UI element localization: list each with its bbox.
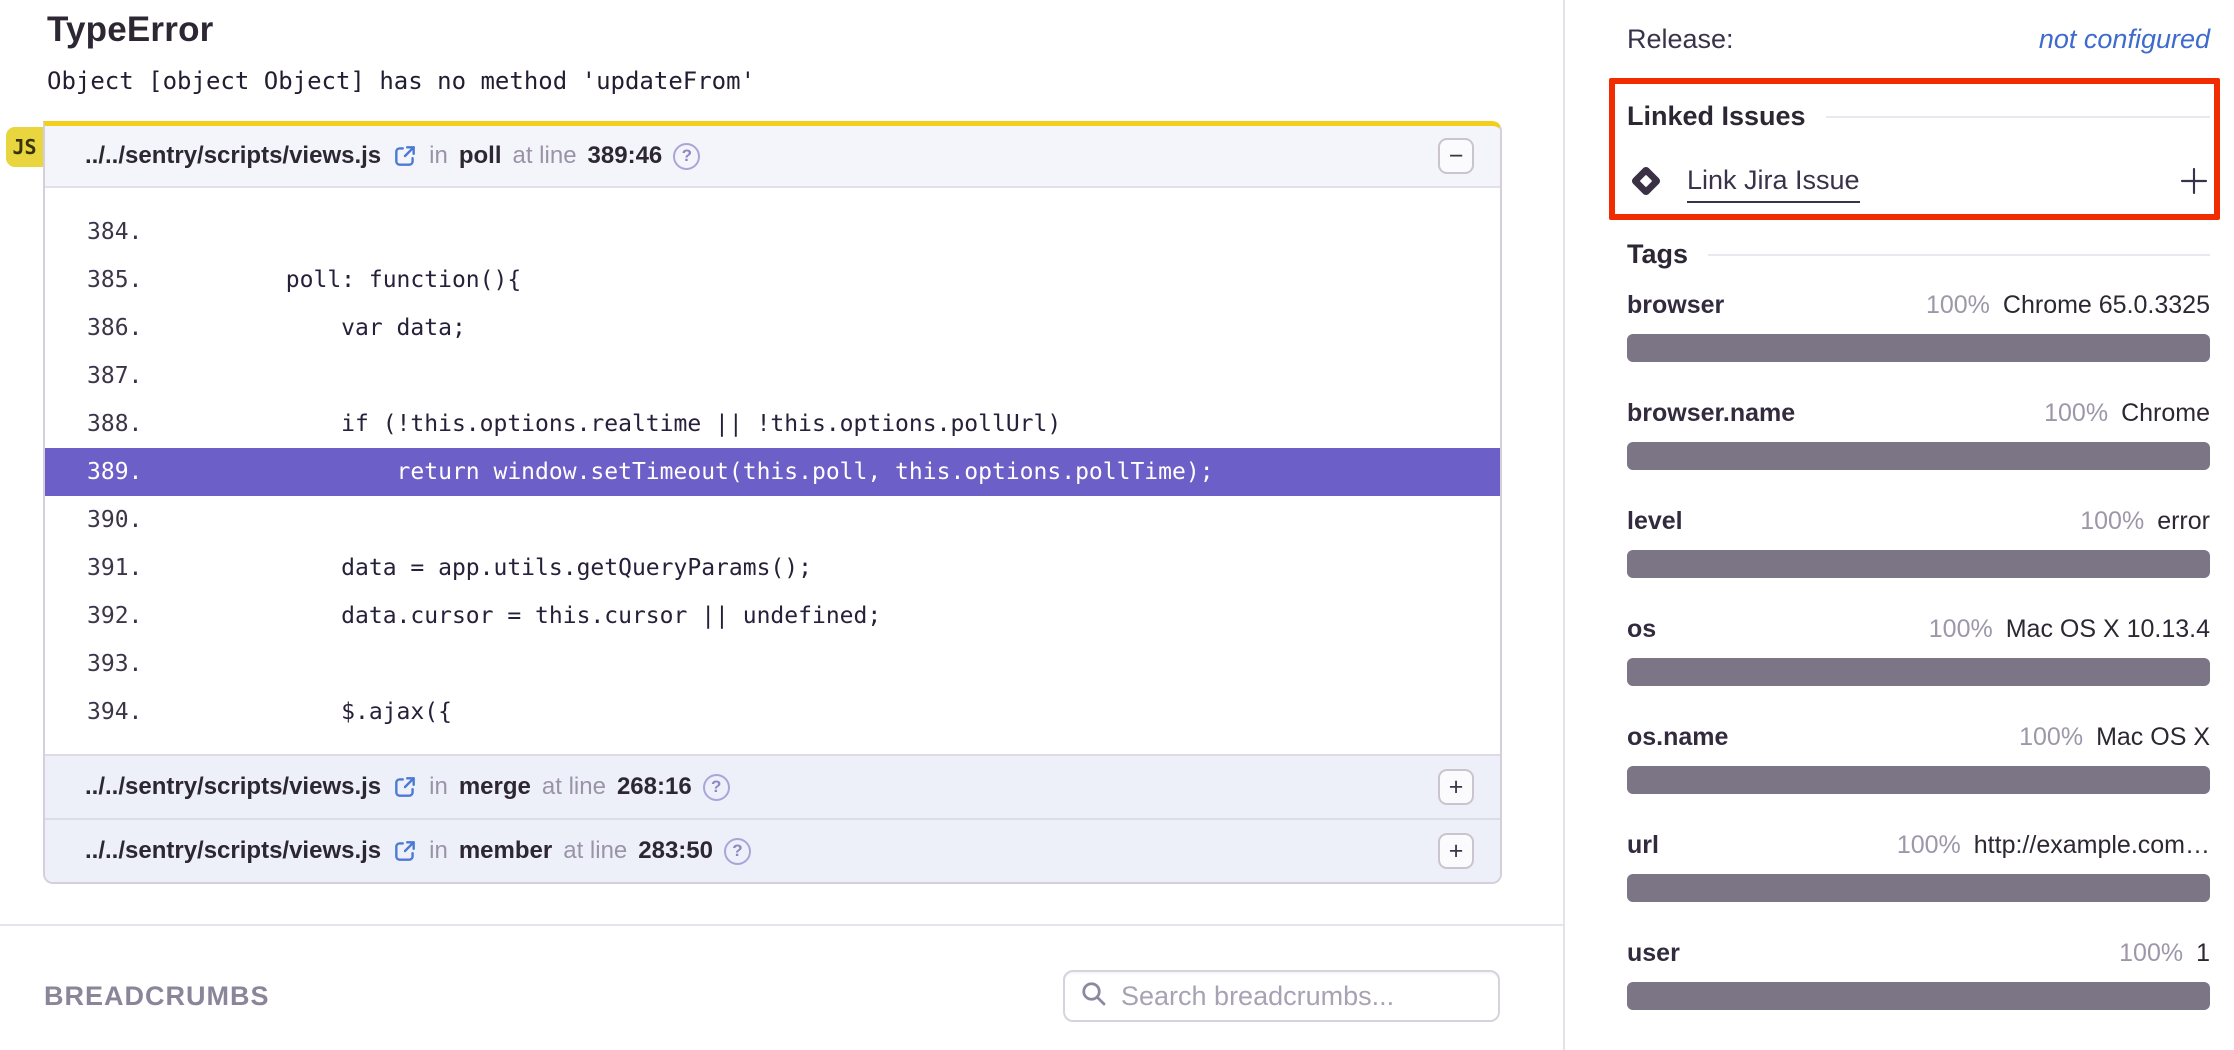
tag-value: http://example.com… (1974, 830, 2210, 860)
tag-key: url (1627, 830, 1659, 860)
code-line: 393. (45, 640, 1500, 688)
linked-issues-row: Link Jira Issue (1627, 162, 2210, 205)
release-label: Release: (1627, 24, 1734, 55)
event-sidebar: Release: not configured Linked Issues Li… (1567, 0, 2234, 1050)
tag-value: Chrome (2121, 398, 2210, 428)
tag-row-level: level 100% error (1627, 506, 2210, 578)
error-header: TypeError Object [object Object] has no … (0, 0, 1563, 95)
tag-percent: 100% (2080, 506, 2144, 536)
search-input[interactable] (1121, 981, 1484, 1012)
error-message: Object [object Object] has no method 'up… (47, 67, 1563, 95)
tag-key: browser.name (1627, 398, 1795, 428)
tag-distribution-bar (1627, 334, 2210, 362)
search-icon (1079, 979, 1109, 1014)
tag-percent: 100% (1929, 614, 1993, 644)
code-line: 388. if (!this.options.realtime || !this… (45, 400, 1500, 448)
tag-distribution-bar (1627, 982, 2210, 1010)
in-label: in (429, 142, 448, 170)
help-icon[interactable]: ? (673, 143, 700, 170)
tags-heading: Tags (1627, 239, 2210, 270)
tag-key: level (1627, 506, 1683, 536)
code-line: 385. poll: function(){ (45, 256, 1500, 304)
collapse-frame-button[interactable]: − (1438, 138, 1474, 174)
tag-value: Mac OS X 10.13.4 (2006, 614, 2210, 644)
tag-row-user: user 100% 1 (1627, 938, 2210, 1010)
breadcrumbs-heading: BREADCRUMBS (44, 981, 270, 1012)
at-line-label: at line (542, 773, 606, 801)
at-line-label: at line (563, 837, 627, 865)
help-icon[interactable]: ? (703, 774, 730, 801)
jira-icon (1627, 162, 1665, 205)
tag-value: Chrome 65.0.3325 (2003, 290, 2210, 320)
tag-distribution-bar (1627, 550, 2210, 578)
stack-frame-header[interactable]: ../../sentry/scripts/views.js in poll at… (45, 126, 1500, 188)
stack-frame-collapsed-member[interactable]: ../../sentry/scripts/views.js in member … (45, 818, 1500, 882)
tags-list: browser 100% Chrome 65.0.3325 browser.na… (1627, 290, 2210, 1010)
heading-rule (1708, 254, 2210, 256)
frame-path: ../../sentry/scripts/views.js (85, 773, 381, 801)
frame-path: ../../sentry/scripts/views.js (85, 142, 381, 170)
code-line: 392. data.cursor = this.cursor || undefi… (45, 592, 1500, 640)
tag-distribution-bar (1627, 442, 2210, 470)
error-title: TypeError (47, 10, 1563, 50)
stack-frame-collapsed-merge[interactable]: ../../sentry/scripts/views.js in merge a… (45, 754, 1500, 818)
tag-percent: 100% (1926, 290, 1990, 320)
tag-percent: 100% (2119, 938, 2183, 968)
tag-row-browser-name: browser.name 100% Chrome (1627, 398, 2210, 470)
in-label: in (429, 773, 448, 801)
tag-value: error (2157, 506, 2210, 536)
linked-issues-heading: Linked Issues (1627, 101, 2210, 132)
add-linked-issue-button[interactable] (2178, 165, 2210, 202)
code-line: 394. $.ajax({ (45, 688, 1500, 736)
link-jira-issue-link[interactable]: Link Jira Issue (1687, 165, 1860, 203)
external-link-icon[interactable] (392, 774, 418, 800)
release-value-link[interactable]: not configured (2039, 24, 2210, 55)
tag-value: Mac OS X (2096, 722, 2210, 752)
tag-percent: 100% (2019, 722, 2083, 752)
external-link-icon[interactable] (392, 838, 418, 864)
expand-frame-button[interactable]: + (1438, 833, 1474, 869)
stacktrace-card: JS ../../sentry/scripts/views.js in poll… (43, 121, 1502, 884)
tag-row-os: os 100% Mac OS X 10.13.4 (1627, 614, 2210, 686)
frame-position: 389:46 (588, 142, 663, 170)
tag-percent: 100% (1897, 830, 1961, 860)
tag-distribution-bar (1627, 766, 2210, 794)
heading-rule (1826, 116, 2210, 118)
code-line-highlighted: 389. return window.setTimeout(this.poll,… (45, 448, 1500, 496)
tag-row-os-name: os.name 100% Mac OS X (1627, 722, 2210, 794)
code-line: 386. var data; (45, 304, 1500, 352)
code-line: 387. (45, 352, 1500, 400)
tag-distribution-bar (1627, 874, 2210, 902)
frame-function: member (459, 837, 552, 865)
tag-percent: 100% (2044, 398, 2108, 428)
frame-function: poll (459, 142, 502, 170)
tag-value: 1 (2196, 938, 2210, 968)
tag-key: browser (1627, 290, 1724, 320)
external-link-icon[interactable] (392, 143, 418, 169)
code-line: 391. data = app.utils.getQueryParams(); (45, 544, 1500, 592)
in-label: in (429, 837, 448, 865)
breadcrumbs-section: BREADCRUMBS (0, 924, 1563, 1022)
platform-js-badge: JS (6, 127, 43, 167)
code-line: 384. (45, 208, 1500, 256)
tag-key: os (1627, 614, 1656, 644)
frame-position: 268:16 (617, 773, 692, 801)
help-icon[interactable]: ? (724, 838, 751, 865)
event-detail-panel: TypeError Object [object Object] has no … (0, 0, 1565, 1050)
frame-position: 283:50 (638, 837, 713, 865)
tag-distribution-bar (1627, 658, 2210, 686)
source-context: 384. 385. poll: function(){ 386. var dat… (45, 188, 1500, 754)
tag-row-browser: browser 100% Chrome 65.0.3325 (1627, 290, 2210, 362)
tag-key: user (1627, 938, 1680, 968)
release-row: Release: not configured (1627, 24, 2210, 55)
expand-frame-button[interactable]: + (1438, 769, 1474, 805)
tag-key: os.name (1627, 722, 1728, 752)
code-line: 390. (45, 496, 1500, 544)
breadcrumbs-search-box[interactable] (1063, 970, 1500, 1022)
frame-function: merge (459, 773, 531, 801)
tag-row-url: url 100% http://example.com… (1627, 830, 2210, 902)
at-line-label: at line (513, 142, 577, 170)
frame-path: ../../sentry/scripts/views.js (85, 837, 381, 865)
